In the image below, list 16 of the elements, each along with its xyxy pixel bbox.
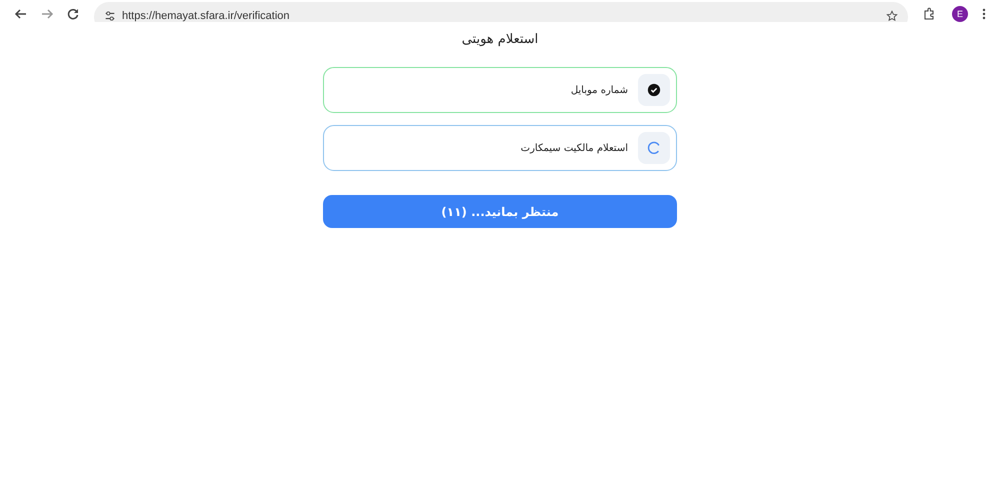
menu-icon[interactable] xyxy=(982,7,986,21)
check-icon xyxy=(647,83,661,97)
forward-icon[interactable] xyxy=(40,7,54,21)
address-bar[interactable]: https://hemayat.sfara.ir/verification xyxy=(94,2,908,22)
step-label: استعلام مالکیت سیمکارت xyxy=(520,142,628,154)
spinner-icon xyxy=(647,141,661,155)
step-label: شماره موبایل xyxy=(570,84,628,96)
profile-avatar[interactable]: E xyxy=(952,6,968,22)
puzzle-icon[interactable] xyxy=(922,7,936,21)
reload-icon[interactable] xyxy=(66,7,80,21)
site-settings-icon[interactable] xyxy=(104,10,116,22)
page-title: استعلام هویتی xyxy=(460,32,540,47)
wait-button[interactable]: منتظر بمانید... (۱۱) xyxy=(323,195,677,228)
bookmark-star-icon[interactable] xyxy=(886,10,898,22)
back-icon[interactable] xyxy=(14,7,28,21)
url-text: https://hemayat.sfara.ir/verification xyxy=(122,9,290,22)
